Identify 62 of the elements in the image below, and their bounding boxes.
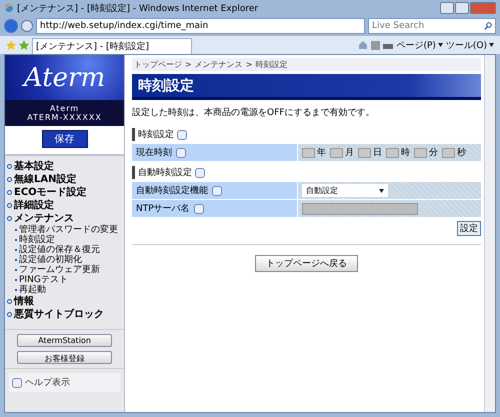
minimize-button[interactable] bbox=[440, 2, 454, 14]
breadcrumb-link[interactable]: トップページ bbox=[134, 59, 182, 70]
search-field[interactable]: Live Search bbox=[368, 18, 496, 34]
forward-button[interactable] bbox=[21, 20, 33, 32]
section-title: 自動時刻設定 bbox=[138, 166, 192, 179]
maximize-button[interactable] bbox=[455, 2, 469, 14]
nav-subitem[interactable]: 管理者パスワードの変更 bbox=[7, 225, 122, 235]
browser-icon bbox=[4, 3, 14, 13]
nav-subitem[interactable]: PINGテスト bbox=[7, 275, 122, 285]
breadcrumb-link[interactable]: メンテナンス bbox=[194, 59, 243, 70]
save-button[interactable]: 保存 bbox=[42, 130, 88, 148]
section-title: 時刻設定 bbox=[138, 128, 174, 141]
help-icon[interactable] bbox=[194, 204, 204, 214]
unit-label: 時 bbox=[401, 146, 410, 159]
breadcrumb-separator: > bbox=[246, 60, 252, 69]
unit-label: 日 bbox=[373, 147, 382, 159]
nav-subitem[interactable]: ファームウェア更新 bbox=[7, 265, 122, 275]
toolbar-menu[interactable]: ツール(O) bbox=[446, 38, 494, 52]
device-name: ATERM-XXXXXX bbox=[27, 113, 102, 122]
side-button[interactable]: お客様登録 bbox=[17, 351, 112, 364]
unit-label: 年 bbox=[317, 146, 326, 159]
nav-subitem[interactable]: 再起動 bbox=[7, 285, 122, 295]
nav-item[interactable]: 悪質サイトブロック bbox=[7, 308, 122, 321]
home-icon[interactable] bbox=[358, 40, 368, 50]
browser-tab[interactable]: [メンテナンス] - [時刻設定] bbox=[32, 38, 192, 54]
field-label: 現在時刻 bbox=[136, 146, 172, 159]
search-icon[interactable] bbox=[484, 22, 492, 30]
caret-icon bbox=[379, 188, 384, 192]
address-bar[interactable]: http://web.setup/index.cgi/time_main bbox=[36, 18, 365, 34]
nav-item[interactable]: 詳細設定 bbox=[7, 199, 122, 212]
apply-button[interactable]: 設定 bbox=[457, 221, 481, 236]
breadcrumb-separator: > bbox=[185, 60, 192, 69]
nav-item[interactable]: 無線LAN設定 bbox=[7, 173, 122, 186]
nav-item[interactable]: 基本設定 bbox=[7, 160, 122, 173]
nav-subitem[interactable]: 時刻設定 bbox=[7, 235, 122, 245]
toolbar-menu[interactable]: ページ(P) bbox=[396, 38, 443, 52]
unit-label: 月 bbox=[345, 147, 354, 159]
nav-item[interactable]: ECOモード設定 bbox=[7, 186, 122, 199]
nav-subitem[interactable]: 設定値の初期化 bbox=[7, 255, 122, 265]
help-icon[interactable] bbox=[12, 378, 22, 388]
page-title: 時刻設定 bbox=[138, 76, 194, 94]
field-label: 自動時刻設定機能 bbox=[136, 184, 208, 197]
nav-item[interactable]: メンテナンス bbox=[7, 212, 122, 225]
unit-label: 秒 bbox=[457, 146, 466, 159]
logo: Aterm bbox=[24, 62, 106, 92]
breadcrumb-link[interactable]: 時刻設定 bbox=[255, 59, 288, 70]
field-label: NTPサーバ名 bbox=[136, 202, 190, 215]
nav-subitem[interactable]: 設定値の保存＆復元 bbox=[7, 245, 122, 255]
nav-item[interactable]: 情報 bbox=[7, 295, 122, 308]
unit-label: 分 bbox=[429, 146, 438, 159]
caret-icon bbox=[489, 43, 494, 47]
notice-text: 設定した時刻は、本商品の電源をOFFにするまで有効です。 bbox=[132, 106, 376, 119]
window-title: [メンテナンス] - [時刻設定] - Windows Internet Explorer bbox=[17, 2, 258, 14]
back-to-top-button[interactable]: トップページへ戻る bbox=[255, 255, 358, 272]
dropdown[interactable]: 自動設定 bbox=[302, 184, 388, 197]
device-name: Aterm bbox=[50, 104, 80, 113]
caret-icon bbox=[438, 43, 443, 47]
side-button[interactable]: AtermStation bbox=[17, 334, 112, 347]
scrollbar[interactable] bbox=[484, 55, 495, 412]
back-button[interactable] bbox=[4, 19, 18, 33]
add-favorite-icon[interactable] bbox=[19, 40, 29, 50]
star-icon[interactable] bbox=[6, 40, 16, 50]
